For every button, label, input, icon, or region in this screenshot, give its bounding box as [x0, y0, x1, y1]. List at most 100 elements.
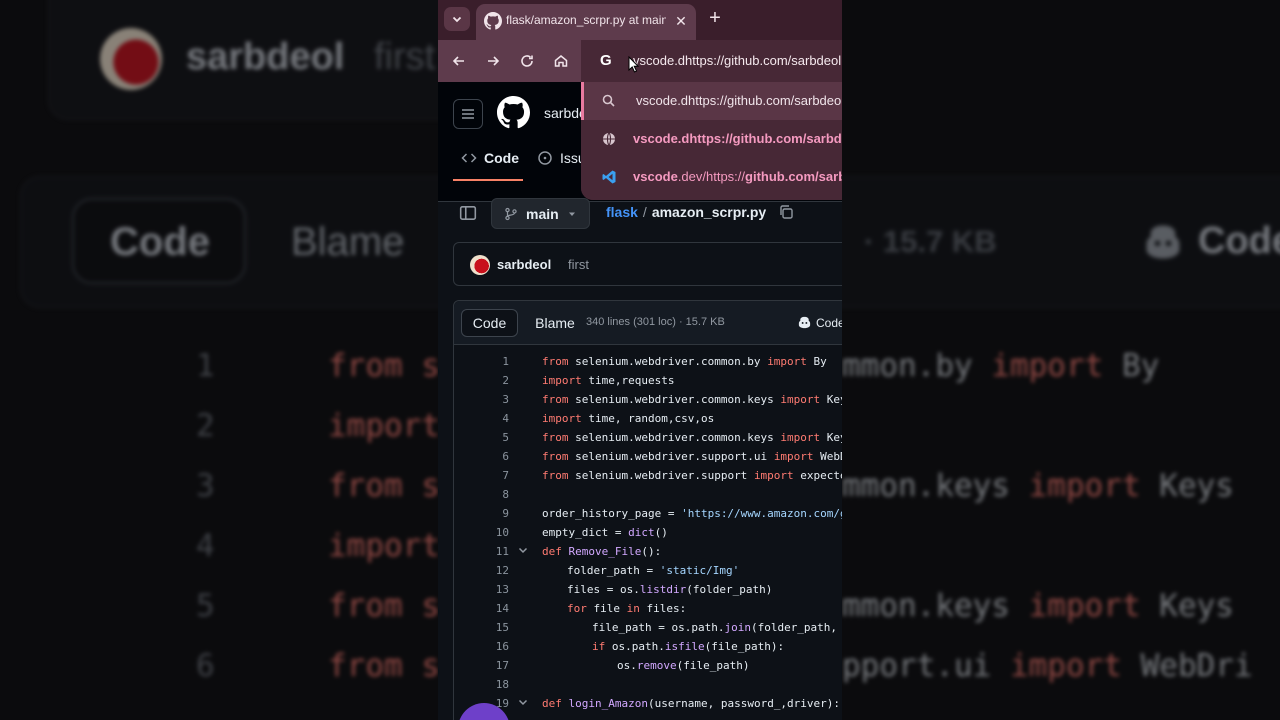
code-token: (file_path): — [704, 640, 785, 653]
arrow-left-icon — [452, 56, 464, 66]
tab-search-button[interactable] — [444, 7, 470, 31]
bg-right-text: pport.ui — [842, 648, 1010, 684]
code-token: join — [724, 621, 751, 634]
suggestion-bold-2: github.com/sarbdeol — [745, 169, 842, 184]
code-token: import — [773, 450, 814, 463]
code-token: time, random,csv,os — [581, 412, 715, 425]
path-separator: / — [642, 204, 647, 220]
code-line: 18 — [454, 676, 842, 695]
code-token: from — [542, 469, 569, 482]
bg-right-suffix: Keys — [1140, 588, 1234, 624]
code-icon — [461, 153, 477, 163]
omnibox-suggestions: vscode.dhttps://github.com/sarbdeol vsco… — [581, 82, 842, 200]
branch-selector[interactable]: main — [491, 198, 590, 229]
fold-chevron-icon[interactable] — [517, 696, 529, 708]
bg-line-prefix: import — [328, 408, 440, 444]
avatar[interactable] — [470, 255, 490, 275]
sidebar-toggle-icon[interactable] — [459, 204, 477, 222]
github-logo-icon[interactable] — [497, 96, 530, 129]
code-line: 15 file_path = os.path.join(folder_path, … — [454, 619, 842, 638]
code-token: from — [542, 431, 569, 444]
blame-view-button[interactable]: Blame — [524, 309, 586, 337]
line-number[interactable]: 13 — [454, 583, 509, 596]
repo-link[interactable]: flask — [606, 204, 638, 220]
mouse-cursor-icon — [628, 56, 640, 73]
suggestion-text: vscode.dhttps://github.com/sarbdeol — [636, 93, 842, 108]
commit-message[interactable]: first — [568, 257, 589, 272]
line-number[interactable]: 9 — [454, 507, 509, 520]
forward-button[interactable] — [482, 50, 504, 72]
code-text: file_path = os.path.join(folder_path, fi — [592, 621, 842, 634]
new-tab-button[interactable]: + — [704, 8, 726, 30]
line-number[interactable]: 7 — [454, 469, 509, 482]
bg-line-right: mmon.keys import Keys — [842, 588, 1234, 624]
globe-icon — [603, 132, 615, 146]
code-token: import — [767, 355, 807, 368]
bg-right-keyword: import — [991, 348, 1104, 384]
bg-line-right: mmon.keys import Keys — [842, 468, 1234, 504]
suggestion-item[interactable]: vscode.dhttps://github.com/sarbdeol — [581, 120, 842, 158]
copy-path-icon[interactable] — [778, 204, 794, 220]
file-stats: 340 lines (301 loc) · 15.7 KB — [586, 316, 725, 328]
bg-line-number: 3 — [196, 468, 215, 504]
code-token: empty_dict = — [542, 526, 629, 539]
suggestion-item[interactable]: vscode.dev/https://github.com/sarbdeol — [581, 158, 842, 196]
google-icon: G — [600, 52, 612, 69]
bg-right-text: mmon.keys — [842, 468, 1029, 504]
code-token: from — [542, 355, 569, 368]
line-number[interactable]: 4 — [454, 412, 509, 425]
close-tab-button[interactable]: ✕ — [671, 11, 691, 31]
tab-code[interactable]: Code — [461, 150, 519, 166]
code-token: from — [542, 450, 569, 463]
suggestion-text: vscode.dhttps://github.com/sarbdeol — [633, 131, 842, 146]
code-token: files = os. — [567, 583, 640, 596]
reload-button[interactable] — [516, 50, 538, 72]
file-name: amazon_scrpr.py — [651, 204, 767, 220]
line-number[interactable]: 14 — [454, 602, 509, 615]
browser-tab[interactable]: flask/amazon_scrpr.py at main · sarbdeol… — [476, 4, 696, 40]
fold-chevron-icon[interactable] — [517, 544, 529, 556]
copilot-button[interactable]: Code — [797, 315, 842, 330]
line-number[interactable]: 17 — [454, 659, 509, 672]
line-number[interactable]: 10 — [454, 526, 509, 539]
back-button[interactable] — [448, 50, 470, 72]
commit-author[interactable]: sarbdeol — [497, 257, 551, 272]
bg-line-number: 4 — [196, 528, 215, 564]
code-panel: Code Blame 340 lines (301 loc) · 15.7 KB… — [453, 300, 842, 720]
code-token: import — [780, 393, 821, 406]
line-number[interactable]: 2 — [454, 374, 509, 387]
bg-line-number: 5 — [196, 588, 215, 624]
line-number[interactable]: 5 — [454, 431, 509, 444]
line-number[interactable]: 3 — [454, 393, 509, 406]
line-number[interactable]: 1 — [454, 355, 509, 368]
line-number[interactable]: 6 — [454, 450, 509, 463]
address-input[interactable]: vscode.dhttps://github.com/sarbdeol — [633, 53, 841, 68]
line-number[interactable]: 8 — [454, 488, 509, 501]
bg-right-suffix: Keys — [1140, 468, 1234, 504]
line-number[interactable]: 18 — [454, 678, 509, 691]
address-bar[interactable]: G vscode.dhttps://github.com/sarbdeol vs… — [581, 40, 842, 200]
line-number[interactable]: 11 — [454, 545, 509, 558]
code-token: folder_path = — [567, 564, 660, 577]
code-text: from selenium.webdriver.support import e… — [542, 469, 842, 482]
bg-right-text: mmon.keys — [842, 588, 1029, 624]
bg-right-suffix: WebDri — [1121, 648, 1253, 684]
suggestion-item[interactable]: vscode.dhttps://github.com/sarbdeol — [581, 82, 842, 120]
code-token: () — [654, 526, 668, 539]
code-token: os.path. — [605, 640, 665, 653]
line-number[interactable]: 16 — [454, 640, 509, 653]
line-number[interactable]: 15 — [454, 621, 509, 634]
code-line: 12 folder_path = 'static/Img' — [454, 562, 842, 581]
code-text: from selenium.webdriver.common.keys impo… — [542, 393, 842, 406]
code-panel-header: Code Blame 340 lines (301 loc) · 15.7 KB… — [454, 301, 842, 345]
code-text: def login_Amazon(username, password_,dri… — [542, 697, 840, 710]
line-number[interactable]: 12 — [454, 564, 509, 577]
bg-commit-msg: first — [374, 36, 436, 78]
code-view-button[interactable]: Code — [461, 309, 518, 337]
code-token: in — [626, 602, 640, 615]
bg-right-text: mmon.by — [842, 348, 992, 384]
menu-button[interactable] — [453, 99, 483, 129]
tab-issues[interactable]: Issu — [537, 150, 586, 166]
home-button[interactable] — [550, 50, 572, 72]
code-token: files: — [639, 602, 687, 615]
